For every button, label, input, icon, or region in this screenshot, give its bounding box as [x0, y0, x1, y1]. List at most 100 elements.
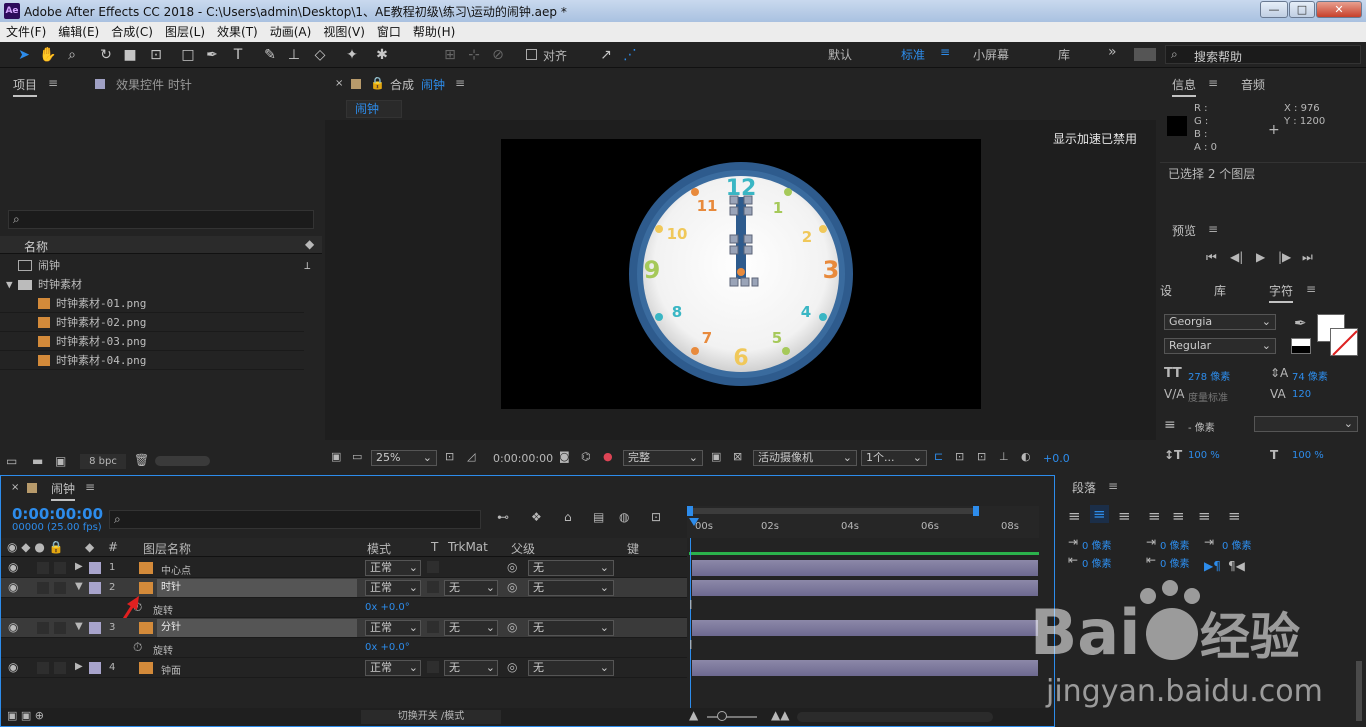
project-item-file[interactable]: 时钟素材-04.png	[0, 351, 304, 370]
layer-switches-icon[interactable]: ▣ ▣ ⊕	[7, 709, 44, 722]
world-axis-icon[interactable]: ⊹	[464, 45, 484, 65]
property-row-rotation[interactable]: ⏱ 旋转 0x +0.0°	[1, 638, 687, 658]
pick-whip-icon[interactable]: ◎	[507, 620, 517, 634]
zoom-dropdown[interactable]: 25% ⌄	[371, 450, 437, 466]
workspace-default[interactable]: 默认	[828, 46, 852, 63]
pick-whip-icon[interactable]: ◎	[507, 660, 517, 674]
layer-row-1[interactable]: ◉ ▶ 1 中心点 正常 ⌄ ◎ 无 ⌄	[1, 558, 687, 578]
comp-flowchart-tab[interactable]: 闹钟	[346, 100, 402, 118]
playhead-icon[interactable]	[689, 518, 699, 526]
expand-arrow-icon[interactable]: ▶	[75, 661, 83, 672]
indent-first-value[interactable]: 0 像素	[1222, 537, 1252, 552]
stroke-type-dropdown[interactable]: ⌄	[1254, 416, 1358, 432]
tab-libraries[interactable]: 库	[1214, 282, 1226, 299]
work-area-end[interactable]	[973, 506, 979, 516]
col-layer-name[interactable]: 图层名称	[143, 540, 191, 557]
parent-dropdown[interactable]: 无 ⌄	[528, 660, 614, 676]
tab-project[interactable]: 项目	[13, 76, 38, 97]
layer-label-color[interactable]	[89, 662, 101, 674]
layer-label-color[interactable]	[89, 562, 101, 574]
tab-effect-controls[interactable]: 效果控件 时针	[116, 76, 192, 93]
col-name[interactable]: 名称	[24, 238, 48, 255]
layer-label-color[interactable]	[89, 622, 101, 634]
monitor-icon[interactable]: ▭	[352, 450, 362, 463]
justify-all-icon[interactable]: ≡	[1228, 507, 1241, 525]
maximize-button[interactable]: □	[1289, 1, 1315, 18]
menu-view[interactable]: 视图(V)	[317, 22, 371, 42]
preserve-transparency-switch[interactable]	[427, 561, 439, 573]
project-menu-icon[interactable]: ≡	[48, 76, 58, 90]
close-tab-icon[interactable]: ×	[11, 482, 19, 493]
layer-bar-4[interactable]	[692, 660, 1038, 676]
channel-icon[interactable]: ●	[603, 450, 613, 463]
stopwatch-icon[interactable]: ⏱	[133, 640, 142, 655]
rtl-direction-icon[interactable]: ¶◀	[1228, 559, 1245, 573]
justify-left-icon[interactable]: ≡	[1148, 507, 1161, 525]
zoom-tool-icon[interactable]: ⌕	[62, 45, 82, 65]
layer-search-input[interactable]: ⌕	[109, 510, 481, 529]
minimize-button[interactable]: —	[1260, 1, 1288, 18]
paragraph-menu-icon[interactable]: ≡	[1108, 479, 1118, 493]
mode-dropdown[interactable]: 正常 ⌄	[365, 660, 421, 676]
workspace-editor-icon[interactable]	[1134, 48, 1156, 61]
workspace-menu-icon[interactable]: ≡	[940, 45, 950, 59]
fast-previews-icon[interactable]: ⊏	[934, 450, 943, 463]
menu-effect[interactable]: 效果(T)	[211, 22, 264, 42]
tab-character[interactable]: 字符	[1269, 282, 1294, 303]
pan-behind-tool-icon[interactable]: ⊡	[146, 45, 166, 65]
zoom-slider-thumb[interactable]	[717, 711, 727, 721]
trkmat-dropdown[interactable]: 无 ⌄	[444, 580, 498, 596]
character-menu-icon[interactable]: ≡	[1306, 282, 1316, 296]
timeline-icon[interactable]: ⊡	[955, 450, 964, 463]
indent-right-value[interactable]: 0 像素	[1082, 555, 1112, 570]
rotation-value[interactable]: 0x +0.0°	[365, 642, 410, 653]
timeline-menu-icon[interactable]: ≡	[85, 480, 95, 494]
workspace-small-screen[interactable]: 小屏幕	[973, 46, 1009, 63]
lock-switch[interactable]	[54, 662, 66, 674]
current-time[interactable]: 0:00:00:00	[493, 452, 553, 465]
comp-mini-flowchart-icon[interactable]: ⊷	[497, 510, 509, 524]
new-folder-icon[interactable]: ▬	[32, 454, 43, 468]
toggle-transparency-icon[interactable]: ▣	[711, 450, 721, 463]
layer-bar-1[interactable]	[692, 560, 1038, 576]
first-frame-icon[interactable]: ⏮	[1206, 250, 1217, 265]
draft-3d-icon[interactable]: ❖	[531, 510, 542, 524]
menu-edit[interactable]: 编辑(E)	[52, 22, 105, 42]
camera-tool-icon[interactable]: ■	[120, 45, 140, 65]
menu-help[interactable]: 帮助(H)	[407, 22, 461, 42]
preserve-transparency-switch[interactable]	[427, 661, 439, 673]
graph-editor-icon[interactable]: ⊡	[651, 510, 661, 524]
region-of-interest-icon[interactable]: ◿	[467, 450, 475, 463]
tab-paragraph[interactable]: 段落	[1072, 479, 1096, 496]
work-area-start[interactable]	[687, 506, 693, 516]
tab-audio[interactable]: 音频	[1241, 76, 1265, 93]
layer-name[interactable]: 分针	[157, 619, 357, 637]
mode-dropdown[interactable]: 正常 ⌄	[365, 620, 421, 636]
layer-name[interactable]: 时针	[157, 579, 357, 597]
font-size-value[interactable]: 278 像素	[1188, 368, 1230, 383]
default-colors-icon[interactable]	[1291, 338, 1311, 354]
mode-dropdown[interactable]: 正常 ⌄	[365, 560, 421, 576]
tracking-value[interactable]: 120	[1292, 389, 1311, 400]
space-before-value[interactable]: 0 像素	[1160, 537, 1190, 552]
align-left-icon[interactable]: ≡	[1068, 507, 1081, 525]
property-row-rotation[interactable]: ⏱ 旋转 0x +0.0°	[1, 598, 687, 618]
view-axis-icon[interactable]: ⊘	[488, 45, 508, 65]
zoom-in-icon[interactable]: ▲▲	[771, 708, 789, 722]
rotation-value[interactable]: 0x +0.0°	[365, 602, 410, 613]
comp-menu-icon[interactable]: ≡	[455, 76, 465, 90]
info-menu-icon[interactable]: ≡	[1208, 76, 1218, 90]
label-tag-icon[interactable]: ◆	[305, 237, 314, 251]
brush-tool-icon[interactable]: ✎	[260, 45, 280, 65]
preserve-transparency-switch[interactable]	[427, 621, 439, 633]
horizontal-scale-value[interactable]: 100 %	[1292, 450, 1324, 461]
timeline-timecode[interactable]: 0:00:00:00	[12, 505, 103, 523]
indent-left-value[interactable]: 0 像素	[1082, 537, 1112, 552]
type-tool-icon[interactable]: T	[228, 45, 248, 65]
justify-center-icon[interactable]: ≡	[1172, 507, 1185, 525]
snap-checkbox[interactable]	[526, 49, 537, 60]
preview-menu-icon[interactable]: ≡	[1208, 222, 1218, 236]
frame-blending-icon[interactable]: ▤	[593, 510, 604, 524]
solo-switch[interactable]	[37, 562, 49, 574]
parent-dropdown[interactable]: 无 ⌄	[528, 620, 614, 636]
